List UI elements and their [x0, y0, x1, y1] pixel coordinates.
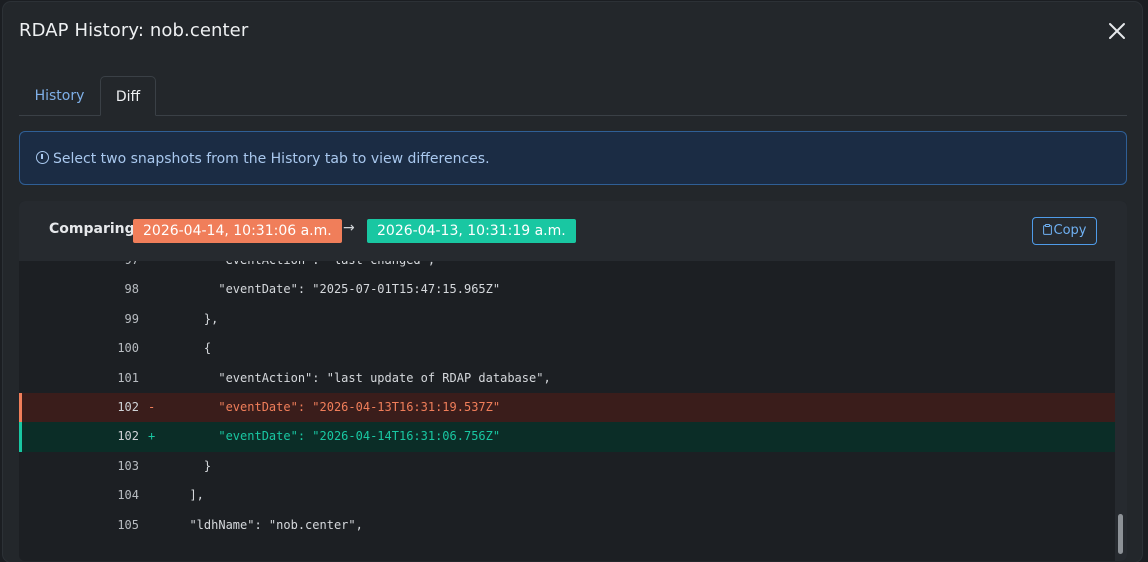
line-text: "eventDate": "2026-04-13T16:31:19.537Z": [175, 400, 501, 414]
line-text: },: [175, 311, 219, 326]
line-text: }: [175, 458, 212, 473]
diff-header: Comparing: 2026-04-14, 10:31:06 a.m. → 2…: [19, 201, 1127, 261]
line-number: 100: [117, 341, 139, 356]
diff-line: 101 "eventAction": "last update of RDAP …: [19, 364, 1115, 393]
modal-title: RDAP History: nob.center: [19, 20, 249, 41]
line-number: 104: [117, 488, 139, 503]
scrollbar-thumb[interactable]: [1118, 514, 1123, 554]
arrow-right-icon: →: [343, 220, 355, 236]
diff-line: 99 },: [19, 305, 1115, 334]
tab-history[interactable]: History: [19, 76, 100, 115]
tab-bar: History Diff: [19, 76, 1127, 116]
line-number: 103: [117, 458, 139, 473]
info-alert: Select two snapshots from the History ta…: [19, 131, 1127, 185]
to-snapshot-badge: 2026-04-13, 10:31:19 a.m.: [367, 219, 576, 243]
diff-line: 104 ],: [19, 481, 1115, 510]
diff-line: 97 "eventAction": "last changed",: [19, 261, 1115, 275]
comparing-label: Comparing:: [49, 221, 141, 237]
line-number: 101: [117, 370, 139, 385]
tab-diff[interactable]: Diff: [100, 76, 156, 116]
close-icon[interactable]: [1106, 20, 1128, 42]
line-text: "eventAction": "last update of RDAP data…: [175, 370, 551, 385]
diff-sign: +: [148, 429, 156, 444]
line-number: 105: [117, 517, 139, 532]
diff-line: 98 "eventDate": "2025-07-01T15:47:15.965…: [19, 275, 1115, 304]
diff-line: 105 "ldhName": "nob.center",: [19, 511, 1115, 540]
diff-line: 100 {: [19, 334, 1115, 363]
line-text: "ldhName": "nob.center",: [175, 517, 363, 532]
line-text: "eventDate": "2026-04-14T16:31:06.756Z": [175, 429, 501, 444]
diff-scrollbar[interactable]: [1115, 261, 1127, 561]
diff-panel: Comparing: 2026-04-14, 10:31:06 a.m. → 2…: [19, 201, 1127, 561]
line-number: 98: [124, 282, 139, 297]
rdap-history-modal: RDAP History: nob.center History Diff Se…: [3, 2, 1142, 562]
line-text: ],: [175, 488, 204, 503]
from-snapshot-badge: 2026-04-14, 10:31:06 a.m.: [133, 219, 342, 243]
line-text: "eventDate": "2025-07-01T15:47:15.965Z": [175, 282, 501, 297]
clipboard-icon: [1042, 224, 1052, 235]
diff-line-added: 102 + "eventDate": "2026-04-14T16:31:06.7…: [19, 422, 1115, 452]
line-text: "eventAction": "last changed",: [175, 261, 435, 275]
diff-line-removed: 102- "eventDate": "2026-04-13T16:31:19.5…: [19, 393, 1115, 423]
diff-line: 103 }: [19, 452, 1115, 481]
line-text: {: [175, 341, 212, 356]
line-number: 99: [124, 311, 139, 326]
copy-button-label: Copy: [1053, 223, 1087, 238]
info-circle-icon: [36, 151, 49, 164]
info-alert-text: Select two snapshots from the History ta…: [53, 151, 490, 167]
diff-sign: -: [148, 400, 156, 414]
line-number: 97: [97, 261, 139, 275]
line-number: 102: [117, 400, 139, 414]
line-number: 102: [117, 429, 139, 444]
diff-code: 97 "eventAction": "last changed",98 "eve…: [19, 261, 1115, 561]
copy-button[interactable]: Copy: [1032, 217, 1097, 245]
